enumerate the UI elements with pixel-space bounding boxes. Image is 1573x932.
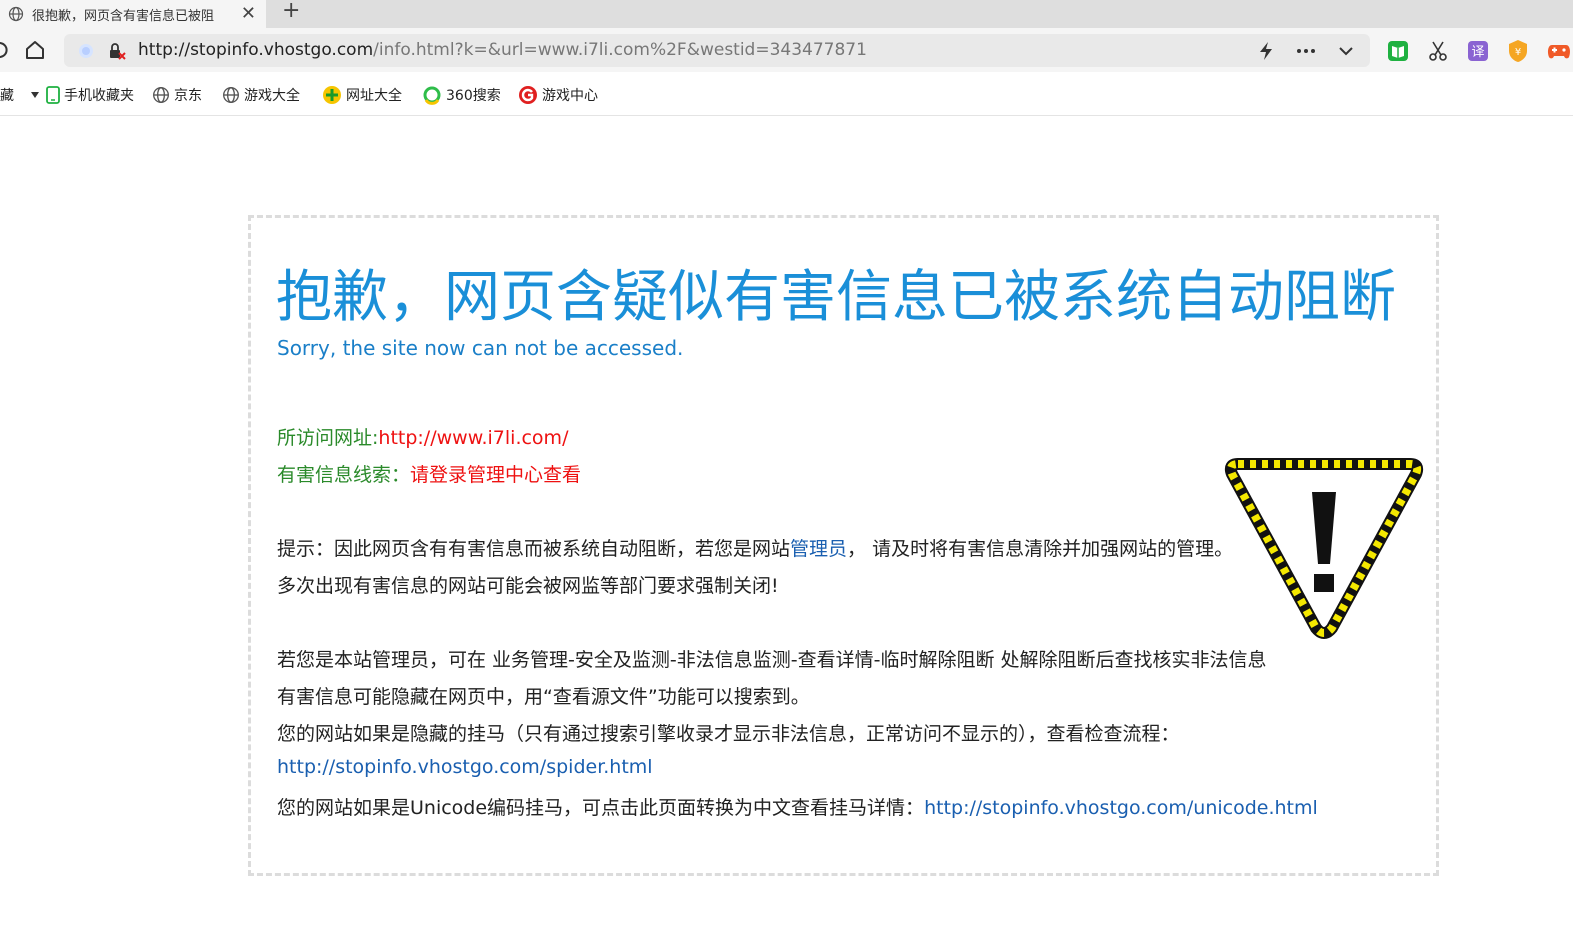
bookmark-games[interactable]: 游戏大全	[222, 85, 300, 105]
harmful-clue-label: 有害信息线索：	[277, 464, 411, 486]
reader-extension-icon[interactable]	[1387, 40, 1409, 62]
bookmark-mobile-favorites[interactable]: 手机收藏夹	[46, 85, 134, 105]
game-center-icon	[519, 86, 537, 104]
close-tab-icon[interactable]: ✕	[241, 4, 256, 24]
browser-toolbar: http://stopinfo.vhostgo.com/info.html?k=…	[0, 28, 1573, 72]
admin-instruction-line-1: 若您是本站管理员，可在 业务管理-安全及监测-非法信息监测-查看详情-临时解除阻…	[277, 649, 1267, 671]
tab-strip: 很抱歉，网页含有害信息已被阻 ✕ +	[0, 0, 1573, 28]
lightning-icon[interactable]	[1258, 41, 1274, 61]
gamepad-icon[interactable]	[1547, 40, 1571, 62]
harmful-clue-value: 请登录管理中心查看	[410, 464, 582, 486]
bookmark-folder-favorites[interactable]: 藏	[0, 85, 44, 105]
search-360-icon	[423, 86, 441, 105]
url-text[interactable]: http://stopinfo.vhostgo.com/info.html?k=…	[138, 40, 867, 60]
admin-instruction-line-2: 有害信息可能隐藏在网页中，用“查看源文件”功能可以搜索到。	[277, 686, 810, 708]
shield-extension-icon[interactable]: ¥	[1507, 39, 1529, 63]
svg-text:¥: ¥	[1515, 47, 1521, 58]
active-tab[interactable]: 很抱歉，网页含有害信息已被阻 ✕	[0, 0, 266, 28]
globe-icon	[223, 87, 239, 103]
refresh-icon[interactable]	[0, 41, 8, 59]
url-directory-icon	[323, 86, 341, 104]
bookmarks-bar: 藏 手机收藏夹 京东 游戏大全 网址大全 360搜索 游戏中心	[0, 72, 1573, 116]
bookmark-360-search[interactable]: 360搜索	[422, 85, 501, 105]
globe-icon	[8, 6, 24, 22]
bookmark-url-directory[interactable]: 网址大全	[322, 85, 402, 105]
tab-title: 很抱歉，网页含有害信息已被阻	[32, 8, 215, 24]
page-title: 抱歉，网页含疑似有害信息已被系统自动阻断	[276, 265, 1396, 330]
unicode-link[interactable]: http://stopinfo.vhostgo.com/unicode.html	[924, 797, 1318, 819]
caret-down-icon	[31, 92, 39, 98]
svg-text:译: 译	[1471, 45, 1484, 60]
url-host: http://stopinfo.vhostgo.com	[138, 40, 374, 60]
url-path: /info.html?k=&url=www.i7li.com%2F&westid…	[373, 40, 867, 60]
spider-link-row: http://stopinfo.vhostgo.com/spider.html	[277, 756, 653, 778]
scissors-icon[interactable]	[1428, 40, 1448, 62]
bookmark-jd[interactable]: 京东	[152, 85, 202, 105]
harmful-clue-row: 有害信息线索：请登录管理中心查看	[277, 460, 581, 487]
translate-icon[interactable]: 译	[1467, 40, 1489, 62]
visited-url-label: 所访问网址:	[277, 427, 379, 449]
hidden-trojan-line: 您的网站如果是隐藏的挂马（只有通过搜索引擎收录才显示非法信息，正常访问不显示的）…	[277, 723, 1180, 745]
chevron-down-icon[interactable]	[1338, 45, 1354, 57]
new-tab-button[interactable]: +	[282, 0, 300, 22]
globe-icon	[153, 87, 169, 103]
bookmark-game-center[interactable]: 游戏中心	[518, 85, 598, 105]
warning-sign-icon	[1224, 458, 1424, 639]
unicode-line: 您的网站如果是Unicode编码挂马，可点击此页面转换为中文查看挂马详情：htt…	[277, 797, 1318, 819]
spider-link[interactable]: http://stopinfo.vhostgo.com/spider.html	[277, 756, 653, 778]
phone-icon	[46, 86, 60, 104]
page-subtitle: Sorry, the site now can not be accessed.	[277, 336, 684, 360]
visited-url-row: 所访问网址:http://www.i7li.com/	[277, 423, 568, 450]
tip-line-2: 多次出现有害信息的网站可能会被网监等部门要求强制关闭!	[277, 575, 779, 597]
site-status-icon[interactable]	[78, 43, 94, 59]
home-icon[interactable]	[24, 40, 46, 60]
address-bar[interactable]: http://stopinfo.vhostgo.com/info.html?k=…	[64, 34, 1370, 67]
more-icon[interactable]	[1296, 48, 1316, 54]
insecure-lock-icon[interactable]	[108, 42, 126, 60]
admin-link[interactable]: 管理员	[790, 538, 847, 560]
visited-url-value: http://www.i7li.com/	[378, 427, 569, 449]
tip-line-1: 提示：因此网页含有有害信息而被系统自动阻断，若您是网站管理员， 请及时将有害信息…	[277, 538, 1234, 560]
